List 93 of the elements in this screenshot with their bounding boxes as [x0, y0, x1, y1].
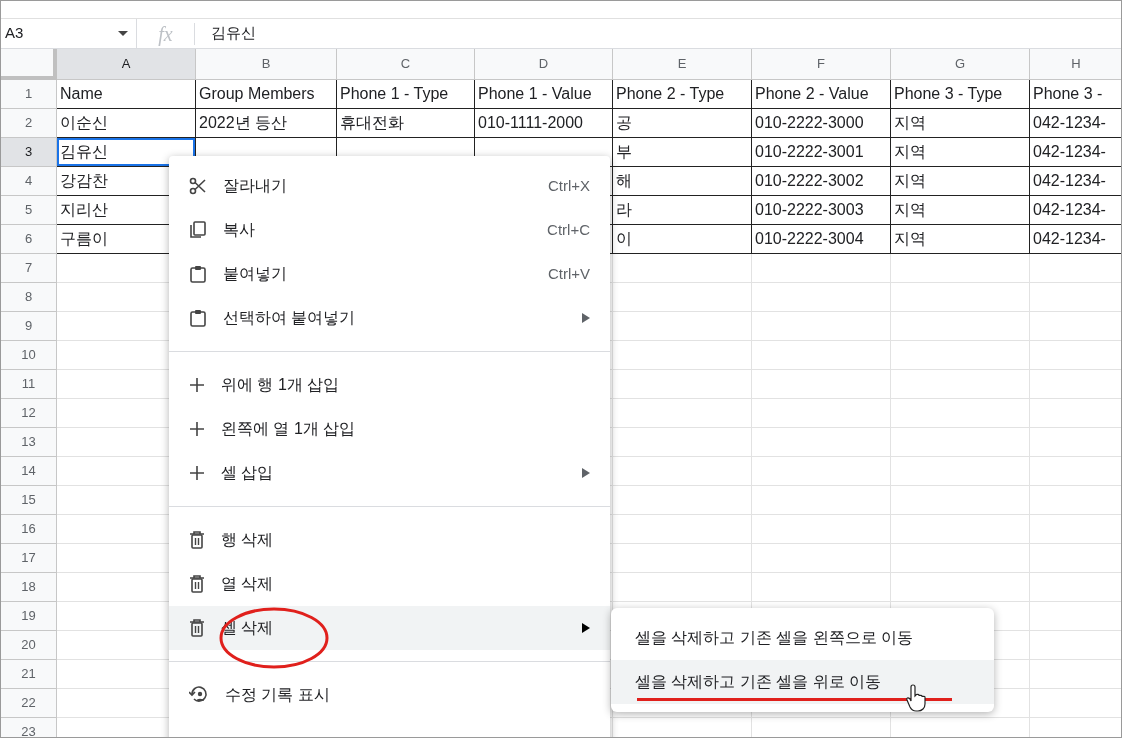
- dropdown-caret-icon: [118, 31, 128, 36]
- shortcut-text: Ctrl+X: [547, 175, 590, 196]
- column-header[interactable]: D: [475, 49, 613, 80]
- table-cell: 지역: [891, 225, 1030, 254]
- submenu-item[interactable]: 셀을 삭제하고 기존 셀을 왼쪽으로 이동: [611, 616, 994, 660]
- table-cell: 010-1111-2000: [475, 109, 613, 138]
- formula-input[interactable]: 김유신: [195, 22, 256, 45]
- column-header[interactable]: C: [337, 49, 475, 80]
- table-cell: 라: [613, 196, 752, 225]
- table-cell: Phone 2 - Value: [752, 80, 891, 109]
- plus-icon: [189, 421, 205, 437]
- table-cell: 010-2222-3000: [752, 109, 891, 138]
- formula-label: fx: [137, 22, 195, 45]
- row-header[interactable]: 13: [1, 428, 57, 457]
- table-cell: 지역: [891, 138, 1030, 167]
- row-header[interactable]: 5: [1, 196, 57, 225]
- menu-item[interactable]: 열 삭제: [169, 562, 610, 606]
- table-cell: 공: [613, 109, 752, 138]
- menu-item[interactable]: 붙여넣기 Ctrl+V: [169, 252, 610, 296]
- table-cell: 지역: [891, 167, 1030, 196]
- table-cell: 010-2222-3004: [752, 225, 891, 254]
- table-cell: 042-1234-: [1030, 109, 1121, 138]
- row-header[interactable]: 14: [1, 457, 57, 486]
- table-cell: 휴대전화: [337, 109, 475, 138]
- table-cell: Group Members: [196, 80, 337, 109]
- row-header[interactable]: 15: [1, 486, 57, 515]
- table-cell: 해: [613, 167, 752, 196]
- table-cell: 042-1234-: [1030, 196, 1121, 225]
- table-cell: 042-1234-: [1030, 167, 1121, 196]
- shortcut-text: Ctrl+V: [547, 263, 590, 284]
- row-header[interactable]: 12: [1, 399, 57, 428]
- menu-item[interactable]: 위에 행 1개 삽입: [169, 363, 610, 407]
- select-all-corner[interactable]: [1, 49, 57, 80]
- menu-item[interactable]: 셀 삽입: [169, 451, 610, 495]
- table-cell: 042-1234-: [1030, 138, 1121, 167]
- row-header[interactable]: 6: [1, 225, 57, 254]
- column-header[interactable]: E: [613, 49, 752, 80]
- menu-item[interactable]: 수정 기록 표시: [169, 673, 610, 717]
- trash-icon: [189, 531, 205, 549]
- row-header[interactable]: 23: [1, 718, 57, 737]
- row-header[interactable]: 1: [1, 80, 57, 109]
- table-cell: 010-2222-3002: [752, 167, 891, 196]
- row-header[interactable]: 16: [1, 515, 57, 544]
- row-header[interactable]: 4: [1, 167, 57, 196]
- row-header[interactable]: 11: [1, 370, 57, 399]
- row-header[interactable]: 8: [1, 283, 57, 312]
- table-cell: Phone 1 - Value: [475, 80, 613, 109]
- row-header[interactable]: 19: [1, 602, 57, 631]
- table-cell: Phone 3 - Type: [891, 80, 1030, 109]
- row-header[interactable]: 22: [1, 689, 57, 718]
- menu-item[interactable]: 선택하여 붙여넣기: [169, 296, 610, 340]
- name-box[interactable]: A3: [1, 19, 137, 48]
- history-icon: [189, 685, 209, 705]
- table-cell: 2022년 등산: [196, 109, 337, 138]
- table-cell: Phone 1 - Type: [337, 80, 475, 109]
- submenu-item[interactable]: 셀을 삭제하고 기존 셀을 위로 이동: [611, 660, 994, 704]
- plus-icon: [189, 377, 205, 393]
- row-header[interactable]: 21: [1, 660, 57, 689]
- column-header[interactable]: H: [1030, 49, 1121, 80]
- trash-icon: [189, 575, 205, 593]
- table-cell: 부: [613, 138, 752, 167]
- row-header[interactable]: 9: [1, 312, 57, 341]
- row-header[interactable]: 3: [1, 138, 57, 167]
- table-cell: 042-1234-: [1030, 225, 1121, 254]
- table-cell: 지역: [891, 109, 1030, 138]
- trash-icon: [189, 619, 205, 637]
- row-header[interactable]: 18: [1, 573, 57, 602]
- row-header[interactable]: 7: [1, 254, 57, 283]
- row-header[interactable]: 17: [1, 544, 57, 573]
- row-header[interactable]: 2: [1, 109, 57, 138]
- column-header[interactable]: B: [196, 49, 337, 80]
- copy-icon: [189, 221, 207, 239]
- column-header[interactable]: F: [752, 49, 891, 80]
- table-cell: 이: [613, 225, 752, 254]
- table-cell: 김유신: [57, 138, 196, 167]
- row-header[interactable]: 20: [1, 631, 57, 660]
- table-cell: 이순신: [57, 109, 196, 138]
- menu-item[interactable]: 행 삭제: [169, 518, 610, 562]
- shortcut-text: Ctrl+C: [547, 219, 590, 240]
- table-cell: 010-2222-3003: [752, 196, 891, 225]
- table-cell: Name: [57, 80, 196, 109]
- table-cell: Phone 2 - Type: [613, 80, 752, 109]
- table-cell: Phone 3 -: [1030, 80, 1121, 109]
- table-cell: 지역: [891, 196, 1030, 225]
- column-header[interactable]: A: [57, 49, 196, 80]
- clipboard-icon: [189, 309, 207, 327]
- plus-icon: [189, 465, 205, 481]
- menu-item[interactable]: 왼쪽에 열 1개 삽입: [169, 407, 610, 451]
- clipboard-icon: [189, 265, 207, 283]
- scissors-icon: [189, 177, 207, 195]
- row-header[interactable]: 10: [1, 341, 57, 370]
- table-cell: 010-2222-3001: [752, 138, 891, 167]
- column-header[interactable]: G: [891, 49, 1030, 80]
